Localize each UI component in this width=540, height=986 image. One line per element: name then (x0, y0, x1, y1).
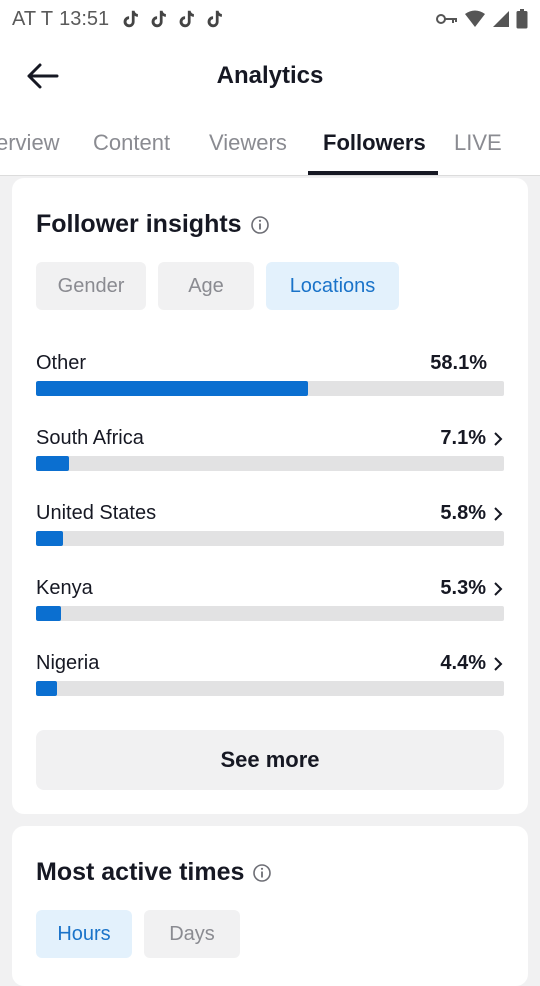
info-icon[interactable] (252, 863, 272, 883)
tiktok-icon (179, 10, 195, 28)
location-percent: 5.8% (440, 502, 486, 524)
location-bar-track (36, 531, 504, 546)
clock: 13:51 (59, 7, 110, 30)
wifi-icon (465, 10, 485, 27)
location-bar-track (36, 381, 504, 396)
back-arrow-icon (27, 63, 59, 89)
location-name: Nigeria (36, 652, 100, 674)
follower-insights-title: Follower insights (36, 210, 242, 238)
tab-content[interactable]: Content (93, 130, 170, 156)
location-row[interactable]: South Africa 7.1% (36, 427, 504, 487)
location-row[interactable]: United States 5.8% (36, 502, 504, 562)
back-button[interactable] (22, 58, 62, 94)
chevron-right-icon (494, 582, 503, 596)
location-bar-fill (36, 681, 57, 696)
location-bar-fill (36, 606, 61, 621)
tab-live[interactable]: LIVE (454, 130, 502, 156)
cell-signal-icon (493, 11, 509, 27)
location-bar-fill (36, 381, 308, 396)
location-bar-track (36, 606, 504, 621)
location-name: United States (36, 502, 157, 524)
chevron-right-icon (494, 657, 503, 671)
location-bar-track (36, 681, 504, 696)
see-more-button[interactable]: See more (36, 730, 504, 790)
location-row: Other 58.1% (36, 352, 504, 412)
tiktok-icon (207, 10, 223, 28)
tab-followers[interactable]: Followers (323, 130, 426, 156)
chevron-right-icon (494, 432, 503, 446)
info-icon[interactable] (250, 215, 270, 235)
location-bar-fill (36, 531, 64, 546)
location-name: South Africa (36, 427, 144, 449)
location-row[interactable]: Kenya 5.3% (36, 577, 504, 637)
location-percent: 5.3% (440, 577, 486, 599)
location-name: Kenya (36, 577, 93, 599)
analytics-tabs: erview Content Viewers Followers LIVE (0, 114, 540, 176)
most-active-times-card: Most active times Hours Days (12, 826, 528, 986)
location-row[interactable]: Nigeria 4.4% (36, 652, 504, 712)
status-bar: AT T 13:51 (0, 0, 540, 38)
follower-insights-card: Follower insights Gender Age Locations O… (12, 178, 528, 814)
most-active-times-title: Most active times (36, 858, 245, 886)
tab-viewers[interactable]: Viewers (209, 130, 287, 156)
location-bar-fill (36, 456, 70, 471)
location-percent: 58.1% (430, 352, 487, 374)
tiktok-icon (151, 10, 167, 28)
location-percent: 4.4% (440, 652, 486, 674)
page-title: Analytics (216, 62, 324, 89)
most-active-times-heading: Most active times (36, 858, 272, 887)
filter-age[interactable]: Age (158, 262, 254, 310)
filter-locations[interactable]: Locations (266, 262, 399, 310)
filter-gender[interactable]: Gender (36, 262, 146, 310)
tab-overview[interactable]: erview (0, 130, 60, 156)
location-bar-track (36, 456, 504, 471)
carrier-label: AT T (12, 7, 54, 30)
active-tab-indicator (308, 171, 438, 175)
follower-insights-heading: Follower insights (36, 210, 270, 239)
chevron-right-icon (494, 507, 503, 521)
tiktok-icon (123, 10, 139, 28)
app-header: Analytics (0, 38, 540, 114)
location-name: Other (36, 352, 87, 374)
location-percent: 7.1% (440, 427, 486, 449)
vpn-key-icon (436, 14, 457, 24)
filter-hours[interactable]: Hours (36, 910, 132, 958)
battery-icon (516, 9, 528, 29)
filter-days[interactable]: Days (144, 910, 240, 958)
